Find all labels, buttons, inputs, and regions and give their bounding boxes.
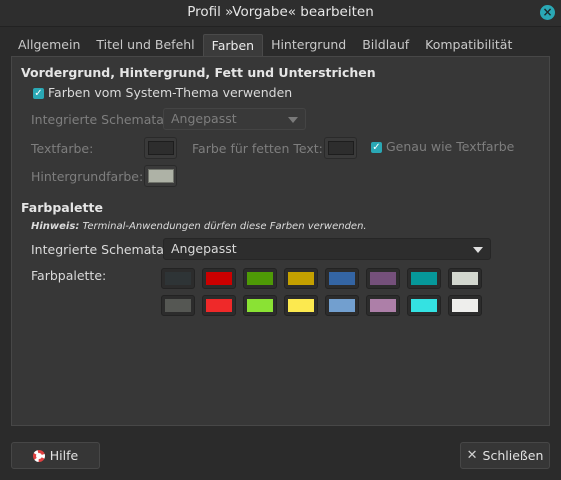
title-bar: Profil »Vorgabe« bearbeiten × xyxy=(0,0,561,27)
palette-color-button-2-3[interactable] xyxy=(243,295,277,316)
palette-color-swatch xyxy=(247,272,273,285)
same-as-text-label[interactable]: Genau wie Textfarbe xyxy=(386,139,514,154)
palette-color-swatch xyxy=(288,272,314,285)
palette-color-button-1-3[interactable] xyxy=(243,268,277,289)
help-button-label: Hilfe xyxy=(49,448,79,463)
help-button[interactable]: Hilfe xyxy=(11,442,100,469)
use-system-theme-label[interactable]: Farben vom System-Thema verwenden xyxy=(48,85,292,100)
tab-titel-und-befehl[interactable]: Titel und Befehl xyxy=(88,34,202,56)
tab-kompatibilitaet[interactable]: Kompatibilität xyxy=(417,34,520,56)
palette-color-button-2-2[interactable] xyxy=(202,295,236,316)
palette-color-swatch xyxy=(452,299,478,312)
bg-color-swatch xyxy=(147,169,174,183)
colors-panel: Vordergrund, Hintergrund, Fett und Unter… xyxy=(11,56,550,426)
fg-section-heading: Vordergrund, Hintergrund, Fett und Unter… xyxy=(21,65,376,80)
bg-color-label: Hintergrundfarbe: xyxy=(31,169,144,184)
palette-color-button-2-1[interactable] xyxy=(161,295,195,316)
palette-label: Farbpalette: xyxy=(31,268,107,283)
tab-hintergrund[interactable]: Hintergrund xyxy=(263,34,354,56)
fg-schemes-label: Integrierte Schemata: xyxy=(31,112,169,127)
palette-color-swatch xyxy=(329,299,355,312)
palette-color-button-2-4[interactable] xyxy=(284,295,318,316)
palette-hint: Hinweis: Terminal-Anwendungen dürfen die… xyxy=(31,221,367,232)
palette-color-button-2-8[interactable] xyxy=(448,295,482,316)
palette-color-swatch xyxy=(247,299,273,312)
bold-color-button[interactable] xyxy=(324,137,357,159)
lifebuoy-icon xyxy=(32,449,45,462)
palette-color-swatch xyxy=(370,299,396,312)
close-icon[interactable]: × xyxy=(540,5,555,20)
tab-bildlauf[interactable]: Bildlauf xyxy=(354,34,417,56)
chevron-down-icon xyxy=(473,247,483,253)
palette-color-swatch xyxy=(288,299,314,312)
palette-color-swatch xyxy=(165,272,191,285)
window-title: Profil »Vorgabe« bearbeiten xyxy=(187,4,374,20)
palette-color-button-2-7[interactable] xyxy=(407,295,441,316)
palette-color-button-1-5[interactable] xyxy=(325,268,359,289)
palette-color-swatch xyxy=(370,272,396,285)
palette-color-button-1-7[interactable] xyxy=(407,268,441,289)
palette-color-swatch xyxy=(206,299,232,312)
palette-color-button-1-6[interactable] xyxy=(366,268,400,289)
close-button-label: Schließen xyxy=(482,448,544,463)
bold-color-label: Farbe für fetten Text: xyxy=(192,141,323,156)
fg-schemes-dropdown[interactable]: Angepasst xyxy=(163,108,306,130)
bg-color-button[interactable] xyxy=(144,165,177,187)
palette-color-swatch xyxy=(411,272,437,285)
palette-color-button-2-5[interactable] xyxy=(325,295,359,316)
palette-schemes-dropdown[interactable]: Angepasst xyxy=(163,238,491,260)
text-color-swatch xyxy=(147,141,174,155)
palette-color-button-1-4[interactable] xyxy=(284,268,318,289)
palette-color-swatch xyxy=(206,272,232,285)
hint-prefix: Hinweis: xyxy=(31,221,80,232)
tab-bar: Allgemein Titel und Befehl Farben Hinter… xyxy=(10,34,520,58)
palette-color-swatch xyxy=(452,272,478,285)
use-system-theme-checkbox[interactable]: ✓ xyxy=(33,88,44,99)
tab-allgemein[interactable]: Allgemein xyxy=(10,34,88,56)
palette-schemes-label: Integrierte Schemata: xyxy=(31,242,169,257)
text-color-button[interactable] xyxy=(144,137,177,159)
hint-text: Terminal-Anwendungen dürfen diese Farben… xyxy=(79,221,367,232)
x-icon: ✕ xyxy=(466,448,478,463)
close-button[interactable]: ✕ Schließen xyxy=(460,442,550,469)
palette-color-swatch xyxy=(165,299,191,312)
palette-color-swatch xyxy=(329,272,355,285)
tab-farben[interactable]: Farben xyxy=(202,34,264,58)
chevron-down-icon xyxy=(288,117,298,123)
palette-color-button-1-2[interactable] xyxy=(202,268,236,289)
bold-color-swatch xyxy=(327,141,354,155)
palette-schemes-value: Angepasst xyxy=(171,241,237,256)
same-as-text-checkbox[interactable]: ✓ xyxy=(371,142,382,153)
fg-schemes-value: Angepasst xyxy=(171,111,237,126)
text-color-label: Textfarbe: xyxy=(31,141,94,156)
palette-color-button-1-1[interactable] xyxy=(161,268,195,289)
palette-section-heading: Farbpalette xyxy=(21,200,103,215)
palette-color-button-2-6[interactable] xyxy=(366,295,400,316)
palette-color-button-1-8[interactable] xyxy=(448,268,482,289)
palette-color-swatch xyxy=(411,299,437,312)
